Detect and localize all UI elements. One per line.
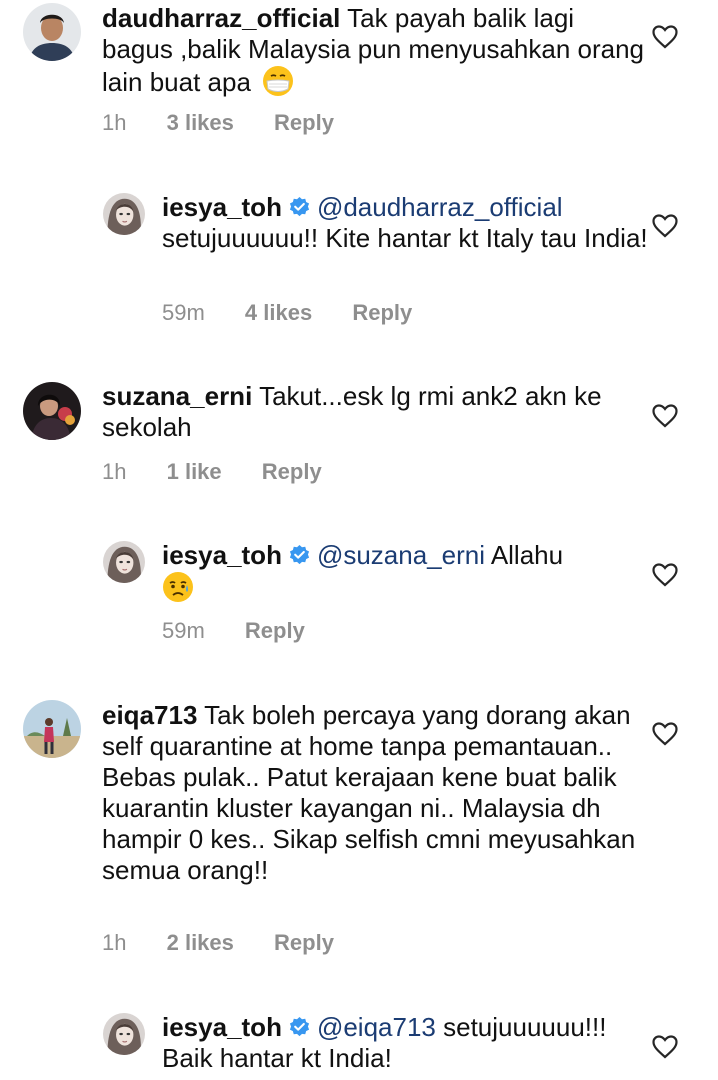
comment-meta: 1h 2 likes Reply xyxy=(102,930,368,956)
avatar[interactable] xyxy=(103,193,145,235)
heart-outline-icon[interactable] xyxy=(652,563,678,587)
avatar[interactable] xyxy=(103,1013,145,1055)
comment-username[interactable]: iesya_toh xyxy=(162,192,282,222)
comment-likes[interactable]: 4 likes xyxy=(245,300,312,325)
heart-outline-icon[interactable] xyxy=(652,1035,678,1059)
comment-likes[interactable]: 1 like xyxy=(167,459,222,484)
sad-but-relieved-face-emoji xyxy=(163,572,193,602)
comment-body: iesya_toh @daudharraz_official setujuuuuu… xyxy=(162,192,648,254)
comment-username[interactable]: eiqa713 xyxy=(102,700,197,730)
heart-outline-icon[interactable] xyxy=(652,214,678,238)
avatar[interactable] xyxy=(23,700,81,758)
avatar[interactable] xyxy=(23,382,81,440)
comment-body: iesya_toh @eiqa713 setujuuuuuu!!! Baik ha… xyxy=(162,1012,648,1074)
avatar-image xyxy=(23,700,81,758)
comment-username[interactable]: iesya_toh xyxy=(162,1012,282,1042)
comment-meta: 1h 3 likes Reply xyxy=(102,110,368,136)
comment-text: Allahu xyxy=(490,540,564,570)
reply-button[interactable]: Reply xyxy=(274,930,334,955)
reply-button[interactable]: Reply xyxy=(262,459,322,484)
heart-outline-icon[interactable] xyxy=(652,404,678,428)
comment-meta: 59m Reply xyxy=(162,618,339,644)
comment-username[interactable]: daudharraz_official xyxy=(102,3,340,33)
verified-badge-icon xyxy=(288,1016,311,1039)
avatar-image xyxy=(103,193,145,235)
comment-time: 1h xyxy=(102,110,127,135)
comment-likes[interactable]: 2 likes xyxy=(167,930,234,955)
face-with-medical-mask-emoji xyxy=(263,66,294,96)
verified-badge-icon xyxy=(288,196,311,219)
avatar[interactable] xyxy=(103,541,145,583)
mention-link[interactable]: @daudharraz_official xyxy=(317,192,563,222)
comment-meta: 59m 4 likes Reply xyxy=(162,300,446,326)
comment-time: 1h xyxy=(102,459,127,484)
avatar-image xyxy=(103,541,145,583)
comment-time: 1h xyxy=(102,930,127,955)
heart-outline-icon[interactable] xyxy=(652,722,678,746)
comment-text: setujuuuuuu!! Kite hantar kt Italy tau I… xyxy=(162,223,648,253)
avatar-image xyxy=(103,1013,145,1055)
avatar-image xyxy=(23,382,81,440)
mention-link[interactable]: @suzana_erni xyxy=(317,540,485,570)
comment-likes[interactable]: 3 likes xyxy=(167,110,234,135)
avatar[interactable] xyxy=(23,3,81,61)
reply-button[interactable]: Reply xyxy=(274,110,334,135)
comment-time: 59m xyxy=(162,300,205,325)
avatar-image xyxy=(23,3,81,61)
comment-username[interactable]: iesya_toh xyxy=(162,540,282,570)
comment-body: iesya_toh @suzana_erni Allahu xyxy=(162,540,648,604)
comment-username[interactable]: suzana_erni xyxy=(102,381,252,411)
comment-body: suzana_erni Takut...esk lg rmi ank2 akn … xyxy=(102,381,648,443)
verified-badge-icon xyxy=(288,544,311,567)
reply-button[interactable]: Reply xyxy=(352,300,412,325)
comment-time: 59m xyxy=(162,618,205,643)
comment-body: daudharraz_official Tak payah balik lagi… xyxy=(102,3,648,98)
heart-outline-icon[interactable] xyxy=(652,25,678,49)
reply-button[interactable]: Reply xyxy=(245,618,305,643)
comment-meta: 1h 1 like Reply xyxy=(102,459,356,485)
mention-link[interactable]: @eiqa713 xyxy=(317,1012,436,1042)
comment-body: eiqa713 Tak boleh percaya yang dorang ak… xyxy=(102,700,648,886)
